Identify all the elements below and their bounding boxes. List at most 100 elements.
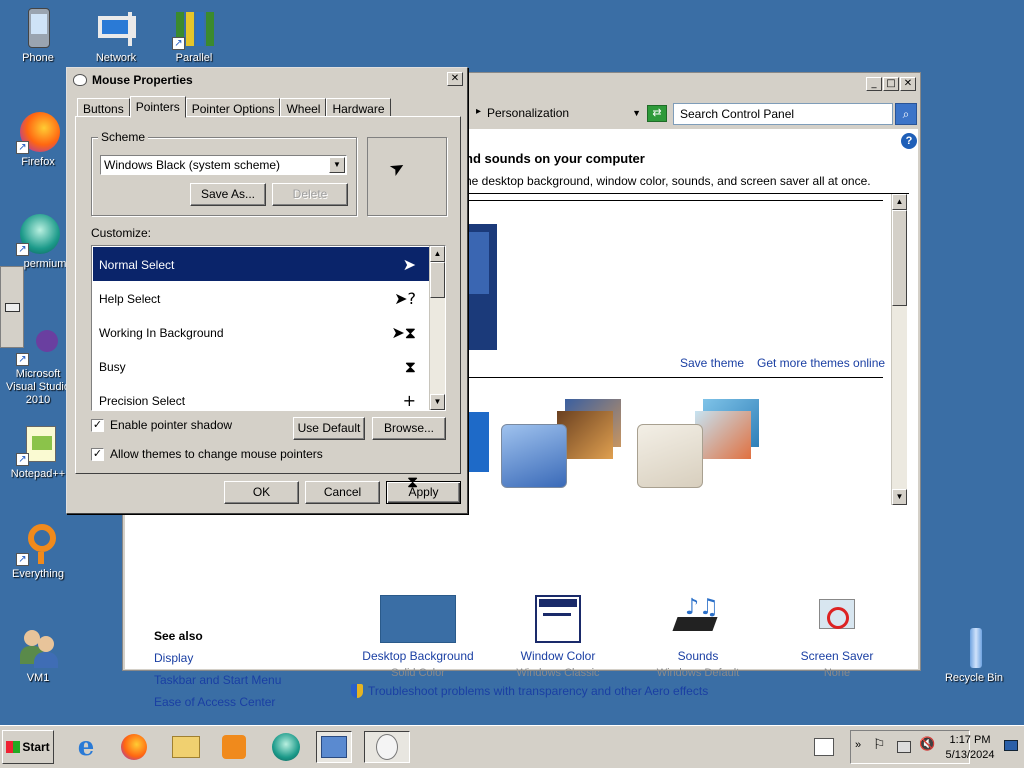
pointer-list[interactable]: Normal Select ➤ Help Select ➤? Working I… [91, 245, 446, 411]
taskbar-mouse-icon[interactable] [364, 731, 410, 763]
taskbar-permium-icon[interactable] [268, 731, 304, 763]
theme-scrollbar[interactable]: ▲ ▼ [891, 194, 907, 505]
start-button[interactable]: Start [2, 730, 54, 764]
desktop-icon-recycle-bin[interactable]: Recycle Bin [936, 626, 1012, 685]
tab-strip: Buttons Pointers Pointer Options Wheel H… [77, 96, 391, 118]
enable-shadow-label[interactable]: Enable pointer shadow [110, 418, 232, 432]
see-also-display-link[interactable]: Display [154, 651, 281, 665]
screen-saver-item[interactable]: Screen Saver None [777, 595, 897, 679]
scroll-thumb[interactable] [430, 262, 445, 298]
list-item[interactable]: Help Select ➤? [93, 281, 430, 315]
aero-theme-card-1[interactable] [501, 424, 567, 488]
clock[interactable]: 1:17 PM 5/13/2024 [940, 733, 1000, 763]
sounds-item[interactable]: ♪♫ Sounds Windows Default [638, 595, 758, 679]
desktop-background-item[interactable]: Desktop Background Solid Color [358, 595, 478, 679]
permium-icon: ↗ [16, 212, 60, 256]
sounds-icon: ♪♫ [672, 595, 723, 643]
volume-muted-icon[interactable]: 🔇 [919, 737, 935, 752]
desktop-icon-everything[interactable]: ↗ Everything [0, 522, 76, 581]
save-theme-link[interactable]: Save theme [680, 356, 744, 370]
network-tray-icon[interactable] [897, 741, 911, 753]
sounds-title[interactable]: Sounds [638, 649, 758, 663]
list-item[interactable]: Busy ⧗ [93, 349, 430, 383]
browse-button[interactable]: Browse... [372, 417, 446, 440]
search-input[interactable]: Search Control Panel [673, 103, 893, 125]
cancel-button[interactable]: Cancel [305, 481, 380, 504]
taskbar-notes-icon[interactable] [806, 731, 842, 763]
desktop-icon-visual-studio[interactable]: ↗ Microsoft Visual Studio 2010 [0, 322, 76, 407]
minimize-button[interactable]: _ [866, 77, 882, 91]
scroll-down-button[interactable]: ▼ [892, 489, 907, 505]
desktop-icon-parallel[interactable]: ↗ Parallel [156, 6, 232, 65]
desktop-icon-permium[interactable]: ↗ permium [0, 212, 76, 271]
list-item[interactable]: Precision Select + [93, 383, 430, 410]
scroll-up-button[interactable]: ▲ [430, 246, 445, 262]
tab-buttons[interactable]: Buttons [77, 98, 130, 117]
window-color-icon [535, 595, 581, 643]
search-icon[interactable]: ⌕ [895, 103, 917, 125]
chevron-down-icon[interactable]: ▼ [632, 108, 641, 118]
tray-expand-icon[interactable]: » [855, 739, 861, 751]
see-also-ease-of-access-link[interactable]: Ease of Access Center [154, 695, 281, 709]
taskbar-control-panel-icon[interactable] [316, 731, 352, 763]
scheme-select[interactable]: Windows Black (system scheme) ▼ [100, 155, 347, 175]
close-button[interactable]: ✕ [900, 77, 916, 91]
pointer-list-scrollbar[interactable]: ▲ ▼ [429, 246, 445, 410]
list-item[interactable]: Normal Select ➤ [93, 247, 430, 281]
close-button[interactable]: ✕ [447, 72, 463, 86]
help-icon[interactable]: ? [901, 133, 917, 149]
see-also-taskbar-link[interactable]: Taskbar and Start Menu [154, 673, 281, 687]
use-default-button[interactable]: Use Default [293, 417, 365, 440]
scroll-up-button[interactable]: ▲ [892, 194, 907, 210]
phone-icon [16, 6, 60, 50]
enable-shadow-checkbox[interactable]: ✓ Enable pointer shadow [91, 418, 232, 432]
screen-saver-title[interactable]: Screen Saver [777, 649, 897, 663]
tab-pointers[interactable]: Pointers [129, 96, 186, 118]
tab-pointer-options[interactable]: Pointer Options [185, 98, 281, 117]
troubleshoot-label[interactable]: Troubleshoot problems with transparency … [368, 684, 708, 698]
taskbar-media-player-icon[interactable] [216, 731, 252, 763]
checkbox-checked-icon[interactable]: ✓ [91, 447, 104, 461]
list-item[interactable]: Working In Background ➤⧗ [93, 315, 430, 349]
troubleshoot-link[interactable]: Troubleshoot problems with transparency … [351, 684, 708, 698]
address-bar[interactable]: Personalization ▼ [473, 101, 641, 125]
allow-themes-label[interactable]: Allow themes to change mouse pointers [110, 447, 323, 461]
shortcut-arrow-icon: ↗ [16, 141, 29, 154]
desktop-background-icon [380, 595, 456, 643]
apply-button[interactable]: Apply [386, 481, 461, 504]
desktop-icon-firefox[interactable]: ↗ Firefox [0, 110, 76, 169]
flag-icon[interactable]: ⚐ [873, 737, 886, 753]
desktop-icon-vm1[interactable]: VM1 [0, 626, 76, 685]
allow-themes-checkbox[interactable]: ✓ Allow themes to change mouse pointers [91, 447, 323, 461]
get-more-themes-link[interactable]: Get more themes online [757, 356, 885, 370]
save-as-button[interactable]: Save As... [190, 183, 266, 206]
aero-theme-card-2[interactable] [637, 424, 703, 488]
scroll-thumb[interactable] [892, 210, 907, 306]
dialog-title: Mouse Properties [92, 73, 193, 87]
desktop-icon-network[interactable]: Network [78, 6, 154, 65]
dialog-titlebar[interactable]: Mouse Properties ✕ [69, 70, 465, 90]
desktop-icon-notepadpp[interactable]: ↗ Notepad++ [0, 422, 76, 481]
pointer-name: Normal Select [99, 258, 175, 272]
delete-button[interactable]: Delete [272, 183, 348, 206]
show-desktop-icon[interactable] [1004, 740, 1018, 751]
arrow-cursor-icon: ➤ [402, 255, 416, 274]
tab-hardware[interactable]: Hardware [326, 98, 391, 117]
mouse-properties-dialog[interactable]: Mouse Properties ✕ Buttons Pointers Poin… [66, 67, 468, 514]
maximize-button[interactable]: □ [883, 77, 899, 91]
checkbox-checked-icon[interactable]: ✓ [91, 418, 104, 432]
help-cursor-icon: ➤? [394, 289, 416, 308]
taskbar-firefox-icon[interactable] [116, 731, 152, 763]
refresh-button[interactable]: ⇄ [647, 105, 667, 122]
scroll-down-button[interactable]: ▼ [430, 394, 445, 410]
ok-button[interactable]: OK [224, 481, 299, 504]
taskbar-ie-icon[interactable]: e [68, 731, 104, 763]
tab-wheel[interactable]: Wheel [280, 98, 327, 117]
window-color-item[interactable]: Window Color Windows Classic [498, 595, 618, 679]
window-color-title[interactable]: Window Color [498, 649, 618, 663]
taskbar-explorer-icon[interactable] [168, 731, 204, 763]
breadcrumb[interactable]: Personalization [473, 106, 632, 120]
desktop-icon-phone[interactable]: Phone [0, 6, 76, 65]
desktop-background-title[interactable]: Desktop Background [358, 649, 478, 663]
chevron-down-icon[interactable]: ▼ [329, 157, 345, 173]
